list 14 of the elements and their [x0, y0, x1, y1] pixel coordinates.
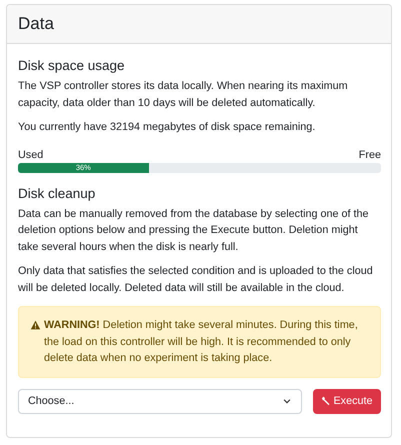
- warning-text: WARNING! Deletion might take several minutes. During this time, the load on this controller will be high. It is recommended to only delete data when no experiment is taking place.: [44, 318, 359, 366]
- wrench-icon: [321, 396, 332, 406]
- choose-dropdown[interactable]: Choose...: [18, 388, 302, 414]
- paragraph: The VSP controller stores its data locally. When nearing its maximum capacity, data older than 10 days will be deleted automatically.: [18, 79, 349, 110]
- paragraph: Only data that satisfies the selected condition and is uploaded to the cloud will be deleted locally. Deleted data will still be available in the cloud.: [18, 264, 374, 296]
- execute-button[interactable]: Execute: [313, 388, 381, 414]
- paragraph: Data can be manually removed from the database by selecting one of the deletion options below and pressing the Execute button. Deletion might take several hours when the disk is nearly full.: [18, 206, 370, 254]
- free-label: Free: [358, 148, 381, 162]
- warning-icon: [30, 320, 41, 330]
- paragraph: You currently have 32194 megabytes of disk space remaining.: [18, 120, 316, 135]
- used-label: Used: [18, 148, 44, 162]
- section-heading: Disk cleanup: [18, 186, 96, 200]
- card-title: Data: [18, 14, 54, 34]
- section-heading: Disk space usage: [18, 58, 126, 73]
